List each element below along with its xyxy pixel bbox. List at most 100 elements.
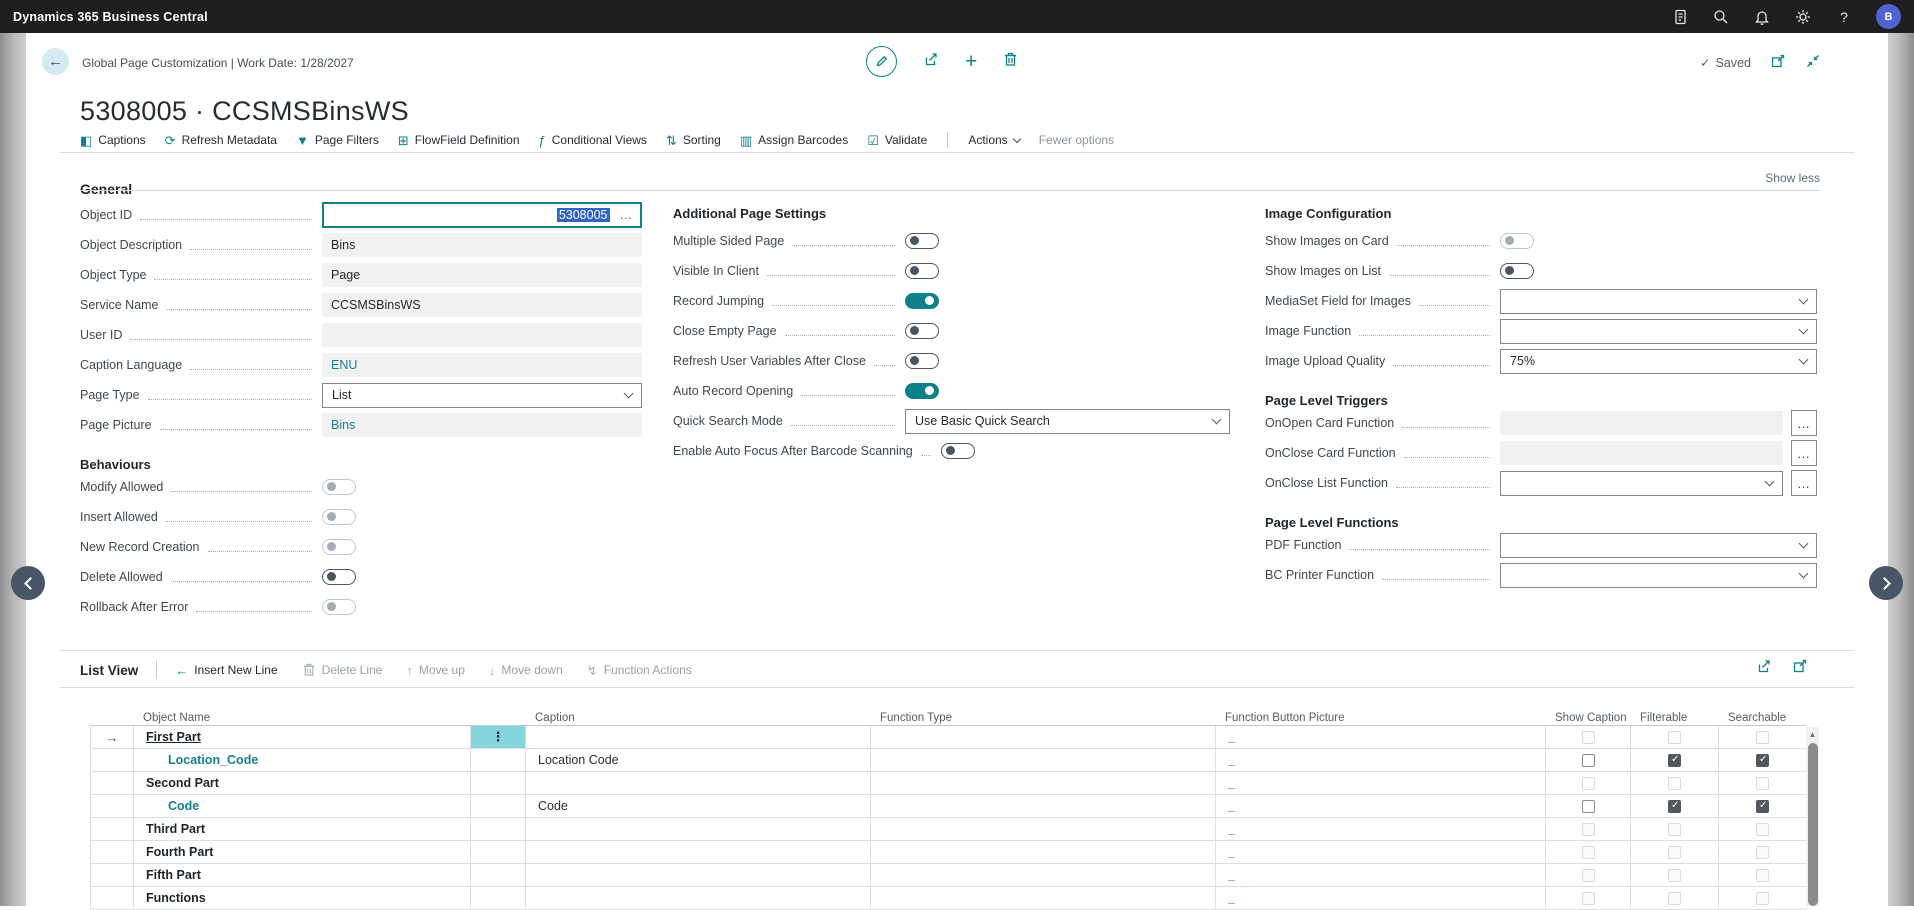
- toggle-refresh-user-variables-after-close[interactable]: [905, 353, 939, 369]
- column-header-show-caption[interactable]: Show Caption: [1545, 710, 1630, 725]
- actionbar-validate[interactable]: ☑Validate: [867, 133, 927, 147]
- actions-menu[interactable]: Actions: [968, 133, 1019, 147]
- open-in-new-window-button[interactable]: [1770, 53, 1786, 72]
- caption-cell[interactable]: [526, 818, 871, 840]
- notifications-bell-icon[interactable]: [1753, 8, 1771, 26]
- assist-edit-button[interactable]: …: [1791, 440, 1817, 466]
- actionbar-sorting[interactable]: ⇅Sorting: [666, 133, 721, 147]
- next-record-button[interactable]: [1869, 566, 1903, 600]
- toggle-delete-allowed[interactable]: [322, 569, 356, 585]
- avatar[interactable]: B: [1876, 4, 1901, 29]
- previous-record-button[interactable]: [11, 566, 45, 600]
- toggle-insert-allowed[interactable]: [322, 509, 356, 525]
- row-menu-cell[interactable]: ⋮: [471, 726, 526, 748]
- scrollbar-thumb[interactable]: [1808, 743, 1818, 906]
- table-row-second-part[interactable]: Second Part _: [90, 772, 1806, 795]
- function-type-cell[interactable]: [871, 818, 1216, 840]
- table-row-fifth-part[interactable]: Fifth Part _: [90, 864, 1806, 887]
- object-name-cell[interactable]: Fifth Part: [134, 864, 471, 886]
- toggle-enable-auto-focus-after-barcode-scanning[interactable]: [941, 443, 975, 459]
- select-image-upload-quality[interactable]: 75%: [1500, 349, 1817, 374]
- function-button-picture-cell[interactable]: _: [1216, 726, 1546, 748]
- toggle-new-record-creation[interactable]: [322, 539, 356, 555]
- assist-edit-button[interactable]: …: [1791, 470, 1817, 496]
- table-row-fourth-part[interactable]: Fourth Part _: [90, 841, 1806, 864]
- new-button[interactable]: +: [965, 51, 977, 72]
- app-title[interactable]: Dynamics 365 Business Central: [13, 10, 208, 24]
- function-button-picture-cell[interactable]: _: [1216, 772, 1546, 794]
- row-selector-cell[interactable]: [91, 841, 134, 863]
- settings-gear-icon[interactable]: [1794, 8, 1812, 26]
- assist-edit-button[interactable]: …: [620, 208, 634, 222]
- toggle-auto-record-opening[interactable]: [905, 383, 939, 399]
- scroll-up-icon[interactable]: ▲: [1806, 727, 1819, 742]
- function-button-picture-link[interactable]: _: [1228, 822, 1235, 836]
- share-button[interactable]: [1756, 658, 1772, 679]
- ellipsis-menu-icon[interactable]: ⋮: [492, 729, 505, 745]
- toggle-close-empty-page[interactable]: [905, 323, 939, 339]
- toggle-show-images-on-list[interactable]: [1500, 263, 1534, 279]
- toggle-record-jumping[interactable]: [905, 293, 939, 309]
- search-icon[interactable]: [1712, 8, 1730, 26]
- table-row-code[interactable]: Code Code _: [90, 795, 1806, 818]
- select-page-type[interactable]: List: [322, 383, 642, 408]
- actionbar-captions[interactable]: ◧Captions: [80, 133, 146, 147]
- row-selector-cell[interactable]: →: [91, 726, 134, 748]
- filterable-checkbox[interactable]: [1668, 754, 1681, 767]
- function-button-picture-link[interactable]: _: [1228, 799, 1235, 813]
- caption-cell[interactable]: [526, 772, 871, 794]
- object-name-cell[interactable]: Second Part: [134, 772, 471, 794]
- function-type-cell[interactable]: [871, 864, 1216, 886]
- row-selector-cell[interactable]: [91, 864, 134, 886]
- readonly-field-page-picture[interactable]: Bins: [322, 413, 642, 437]
- select-quick-search-mode[interactable]: Use Basic Quick Search: [905, 409, 1230, 434]
- column-header-object-name[interactable]: Object Name: [133, 710, 470, 725]
- function-button-picture-cell[interactable]: _: [1216, 864, 1546, 886]
- actionbar-page-filters[interactable]: ▼Page Filters: [296, 133, 379, 147]
- caption-cell[interactable]: Code: [526, 795, 871, 817]
- column-header-searchable[interactable]: Searchable: [1718, 710, 1806, 725]
- edit-button[interactable]: [866, 46, 897, 77]
- caption-cell[interactable]: [526, 841, 871, 863]
- fewer-options-button[interactable]: Fewer options: [1039, 133, 1114, 147]
- object-name-cell[interactable]: Fourth Part: [134, 841, 471, 863]
- focus-mode-button[interactable]: [1792, 658, 1808, 679]
- object-name-cell[interactable]: Location_Code: [134, 749, 471, 771]
- row-selector-cell[interactable]: [91, 818, 134, 840]
- function-type-cell[interactable]: [871, 726, 1216, 748]
- column-header-function-button-picture[interactable]: Function Button Picture: [1215, 710, 1545, 725]
- function-button-picture-link[interactable]: _: [1228, 776, 1235, 790]
- function-button-picture-link[interactable]: _: [1228, 753, 1235, 767]
- readonly-field-caption-language[interactable]: ENU: [322, 353, 642, 377]
- object-name-link[interactable]: Code: [146, 799, 199, 813]
- select-pdf-function[interactable]: [1500, 533, 1817, 558]
- row-selector-cell[interactable]: [91, 795, 134, 817]
- actionbar-assign-barcodes[interactable]: ▥Assign Barcodes: [740, 133, 848, 147]
- caption-cell[interactable]: [526, 864, 871, 886]
- function-button-picture-link[interactable]: _: [1228, 730, 1235, 744]
- toggle-rollback-after-error[interactable]: [322, 599, 356, 615]
- object-name-cell[interactable]: First Part: [134, 726, 471, 748]
- column-header-filterable[interactable]: Filterable: [1630, 710, 1718, 725]
- function-button-picture-cell[interactable]: _: [1216, 818, 1546, 840]
- back-button[interactable]: ←: [42, 48, 69, 75]
- caption-cell[interactable]: [526, 726, 871, 748]
- function-button-picture-link[interactable]: _: [1228, 891, 1235, 905]
- filterable-checkbox[interactable]: [1668, 800, 1681, 813]
- toggle-visible-in-client[interactable]: [905, 263, 939, 279]
- tell-me-icon[interactable]: [1671, 8, 1689, 26]
- function-type-cell[interactable]: [871, 841, 1216, 863]
- function-button-picture-cell[interactable]: _: [1216, 795, 1546, 817]
- function-button-picture-cell[interactable]: _: [1216, 841, 1546, 863]
- object-name-link[interactable]: Location_Code: [146, 753, 258, 767]
- assist-edit-button[interactable]: …: [1791, 410, 1817, 436]
- breadcrumb[interactable]: Global Page Customization | Work Date: 1…: [82, 56, 354, 70]
- column-header-function-type[interactable]: Function Type: [870, 710, 1215, 725]
- select-mediaset-field-for-images[interactable]: [1500, 289, 1817, 314]
- toggle-multiple-sided-page[interactable]: [905, 233, 939, 249]
- table-row-location-code[interactable]: Location_CodeLocation Code_: [90, 749, 1806, 772]
- function-type-cell[interactable]: [871, 795, 1216, 817]
- field-input-object-id[interactable]: 5308005…: [322, 202, 642, 228]
- vertical-scrollbar[interactable]: ▲: [1806, 727, 1819, 906]
- row-selector-cell[interactable]: [91, 772, 134, 794]
